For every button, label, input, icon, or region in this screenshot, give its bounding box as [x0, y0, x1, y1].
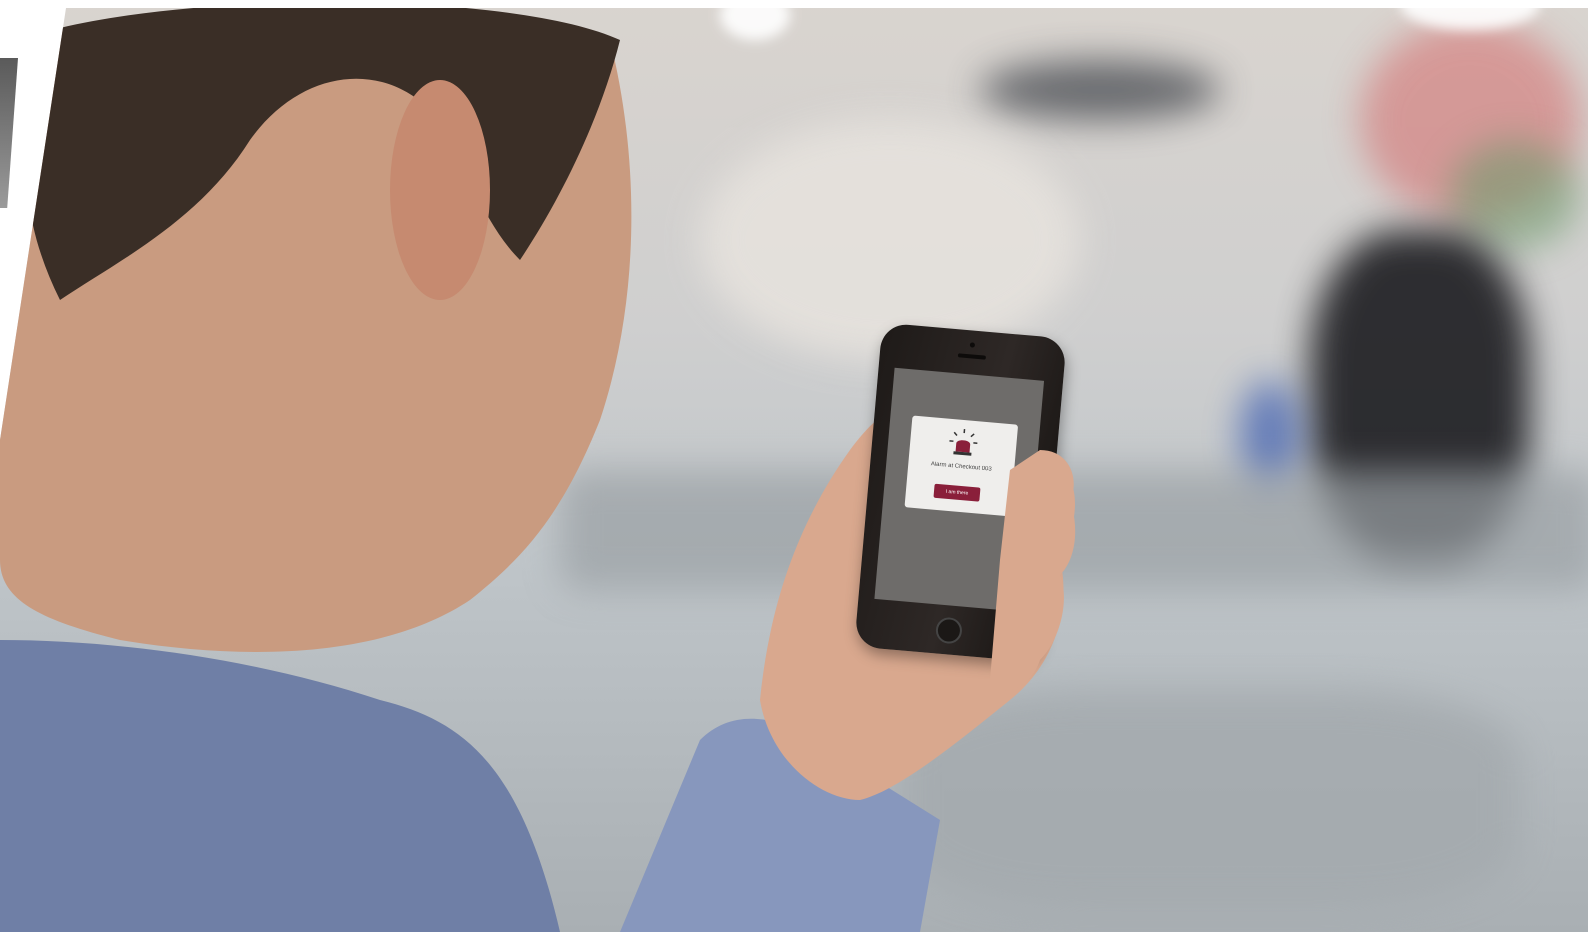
phone-screen: Alarm at Checkout 003 I am there	[874, 367, 1045, 612]
home-button[interactable]	[934, 616, 964, 645]
smartphone: Alarm at Checkout 003 I am there	[854, 322, 1067, 663]
ear	[390, 80, 490, 300]
acknowledge-button[interactable]: I am there	[933, 483, 981, 502]
siren-icon	[949, 429, 978, 456]
photo-frame: Alarm at Checkout 003 I am there	[0, 8, 1588, 932]
speaker-grille	[957, 353, 987, 360]
shirt	[0, 640, 560, 932]
alert-message: Alarm at Checkout 003	[930, 461, 992, 473]
alert-dialog: Alarm at Checkout 003 I am there	[904, 415, 1019, 517]
adjacent-photo-edge	[0, 58, 18, 208]
photo-scene: Alarm at Checkout 003 I am there	[0, 0, 1588, 932]
man-figure	[0, 8, 1075, 932]
camera-icon	[969, 342, 976, 348]
